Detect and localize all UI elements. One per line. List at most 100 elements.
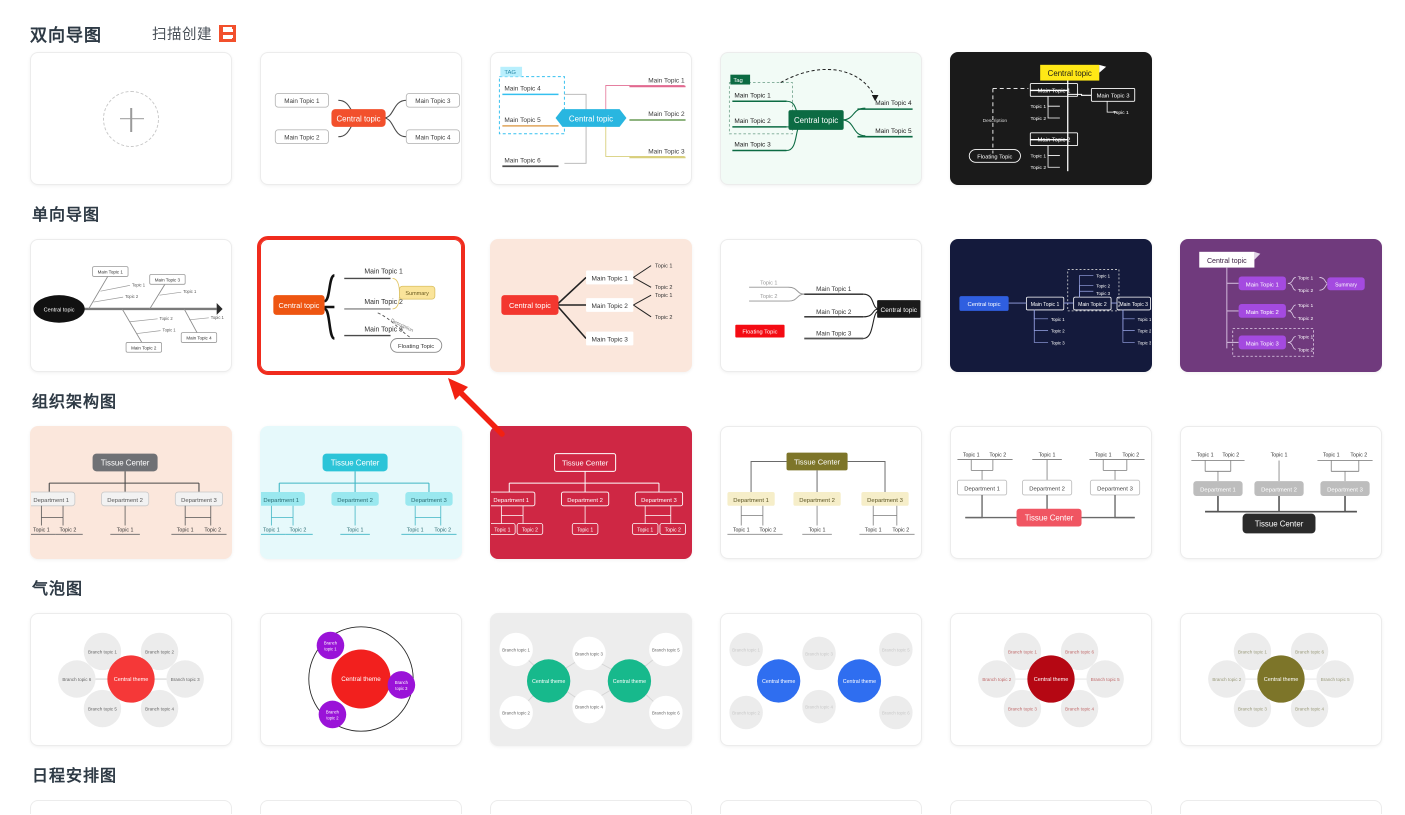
svg-text:Main Topic 2: Main Topic 2 xyxy=(1078,302,1107,308)
template-unidirectional-navy-blue[interactable]: Main Topic 1 Main Topic 2 Main Topic 3 C… xyxy=(950,239,1152,372)
svg-text:Branch topic 2: Branch topic 2 xyxy=(732,710,760,715)
new-map-tile[interactable] xyxy=(30,52,232,185)
svg-text:Topic 2: Topic 2 xyxy=(434,527,451,533)
svg-text:Main Topic 3: Main Topic 3 xyxy=(734,142,771,149)
svg-text:Branch topic 6: Branch topic 6 xyxy=(1065,649,1094,654)
svg-text:Branch topic 4: Branch topic 4 xyxy=(145,707,174,712)
svg-text:Department 2: Department 2 xyxy=(1261,488,1297,494)
section-schedule: 日程安排图 xyxy=(30,762,1382,814)
template-org-bottom-black[interactable]: Topic 1 Topic 2 Topic 1 Topic 1 Topic 2 … xyxy=(1180,426,1382,559)
template-schedule-6[interactable] xyxy=(1180,800,1382,814)
svg-text:Central theme: Central theme xyxy=(843,679,876,685)
template-org-olive-cream[interactable]: Tissue Center Department 1 Department 2 … xyxy=(720,426,922,559)
template-schedule-5[interactable] xyxy=(950,800,1152,814)
svg-text:Topic 1: Topic 1 xyxy=(33,527,50,533)
svg-text:Topic 1: Topic 1 xyxy=(637,527,653,533)
template-org-bottom-red[interactable]: Topic 1 Topic 2 Topic 1 Topic 1 Topic 2 xyxy=(950,426,1152,559)
template-unidirectional-rtl-black[interactable]: Topic 1 Topic 2 Main Topic 1 Main Topic … xyxy=(720,239,922,372)
svg-text:Topic 1: Topic 1 xyxy=(347,527,364,533)
svg-text:Department 1: Department 1 xyxy=(1200,488,1236,494)
template-schedule-3[interactable] xyxy=(490,800,692,814)
svg-text:Topic 2: Topic 2 xyxy=(60,527,77,533)
svg-text:Topic 2: Topic 2 xyxy=(1031,165,1047,171)
svg-text:Branch topic 3: Branch topic 3 xyxy=(575,651,603,656)
svg-text:Branch topic 2: Branch topic 2 xyxy=(145,649,174,654)
section-title-unidirectional: 单向导图 xyxy=(32,207,101,224)
svg-text:Main Topic 5: Main Topic 5 xyxy=(504,117,541,124)
template-fishbone-gray[interactable]: Central topic Main Topic 1 Topic 1 Topic… xyxy=(30,239,232,372)
svg-text:Topic 1: Topic 1 xyxy=(1138,317,1151,322)
svg-text:Main Topic 3: Main Topic 3 xyxy=(1097,93,1131,99)
svg-text:Main Topic 3: Main Topic 3 xyxy=(415,98,451,105)
svg-text:Topic 1: Topic 1 xyxy=(1298,303,1314,309)
svg-text:Central topic: Central topic xyxy=(279,301,320,310)
svg-text:Topic 1: Topic 1 xyxy=(1298,334,1314,340)
svg-text:Topic 2: Topic 2 xyxy=(1222,453,1239,459)
template-schedule-4[interactable] xyxy=(720,800,922,814)
svg-text:Tissue Center: Tissue Center xyxy=(331,458,380,467)
template-bubble-blue-dual[interactable]: Branch topic 1 Branch topic 2 Branch top… xyxy=(720,613,922,746)
svg-text:Branch topic 1: Branch topic 1 xyxy=(1238,649,1267,654)
svg-text:Topic 1: Topic 1 xyxy=(655,264,672,270)
svg-text:Topic 2: Topic 2 xyxy=(125,294,139,299)
svg-text:Branch topic 6: Branch topic 6 xyxy=(1295,649,1324,654)
svg-text:Branch topic 3: Branch topic 3 xyxy=(1008,707,1037,712)
template-bubble-olive-six[interactable]: Branch topic 1 Branch topic 6 Branch top… xyxy=(1180,613,1382,746)
svg-text:Tissue Center: Tissue Center xyxy=(101,458,150,467)
svg-text:Topic 2: Topic 2 xyxy=(522,527,538,533)
svg-text:Main Topic 4: Main Topic 4 xyxy=(875,100,912,107)
template-unidirectional-purple[interactable]: Central topic Main Topic 1 Main Topic 2 … xyxy=(1180,239,1382,372)
scan-create-button[interactable]: 扫描创建 xyxy=(152,23,236,44)
svg-text:Tissue Center: Tissue Center xyxy=(794,457,841,466)
template-org-crimson[interactable]: Tissue Center Department 1 Department 2 … xyxy=(490,426,692,559)
svg-text:Description: Description xyxy=(983,118,1008,124)
svg-text:Main Topic 6: Main Topic 6 xyxy=(504,157,541,164)
svg-text:Branch: Branch xyxy=(324,641,338,646)
section-org-chart: 组织架构图 Tissue Center Department 1 Departm… xyxy=(30,388,1382,559)
svg-text:Main Topic 4: Main Topic 4 xyxy=(415,135,451,142)
svg-text:Main Topic 3: Main Topic 3 xyxy=(1246,341,1280,347)
section-bidirectional: Main Topic 1 Main Topic 2 Main Topic 3 M… xyxy=(30,52,1375,185)
svg-text:Main Topic 1: Main Topic 1 xyxy=(364,268,403,275)
svg-text:Department 3: Department 3 xyxy=(641,498,677,504)
template-org-peach-gray[interactable]: Tissue Center Department 1 Department 2 … xyxy=(30,426,232,559)
svg-text:Topic 1: Topic 1 xyxy=(809,527,826,533)
svg-text:Topic 1: Topic 1 xyxy=(733,527,750,533)
svg-text:Topic 3: Topic 3 xyxy=(1138,340,1151,345)
svg-text:TAG: TAG xyxy=(504,70,516,76)
svg-text:Topic 1: Topic 1 xyxy=(1323,453,1340,459)
svg-text:Topic 1: Topic 1 xyxy=(177,527,194,533)
svg-text:Main Topic 1: Main Topic 1 xyxy=(284,98,320,105)
template-unidirectional-peach-red[interactable]: Central topic Main Topic 1 Main Topic 2 … xyxy=(490,239,692,372)
svg-text:Central topic: Central topic xyxy=(44,307,75,313)
template-bubble-red-six[interactable]: Branch topic 1 Branch topic 2 Branch top… xyxy=(30,613,232,746)
svg-text:Topic 1: Topic 1 xyxy=(263,527,280,533)
svg-text:Topic 2: Topic 2 xyxy=(1298,347,1314,353)
svg-text:Topic 1: Topic 1 xyxy=(1031,153,1047,159)
svg-text:Topic 1: Topic 1 xyxy=(760,280,777,286)
template-bubble-purple-circle[interactable]: Central theme Branch topic 1 Branch topi… xyxy=(260,613,462,746)
template-bubble-teal-dual[interactable]: Branch topic 1 Branch topic 2 Branch top… xyxy=(490,613,692,746)
svg-text:Department 2: Department 2 xyxy=(567,498,603,504)
template-bubble-darkred-six[interactable]: Branch topic 1 Branch topic 6 Branch top… xyxy=(950,613,1152,746)
svg-text:Topic 2: Topic 2 xyxy=(1122,453,1139,459)
svg-text:Branch topic 3: Branch topic 3 xyxy=(805,651,833,656)
template-bidirectional-green-tag[interactable]: Tag Main Topic 1 Main Topic 2 Main Topic… xyxy=(720,52,922,185)
template-bidirectional-cyan-tag[interactable]: TAG Main Topic 4 Main Topic 5 Main Topic… xyxy=(490,52,692,185)
template-schedule-1[interactable] xyxy=(30,800,232,814)
template-unidirectional-orange-selected[interactable]: Central topic Main Topic 1 Main Topic 2 … xyxy=(257,236,465,375)
svg-text:Topic 1: Topic 1 xyxy=(117,527,134,533)
svg-text:Topic 2: Topic 2 xyxy=(1298,316,1314,322)
svg-text:Floating Topic: Floating Topic xyxy=(398,344,434,350)
svg-text:Main Topic 3: Main Topic 3 xyxy=(155,277,181,282)
section-bubble-chart: 气泡图 Branch topic 1 Branch topic 2 Branch… xyxy=(30,575,1382,746)
template-bidirectional-classic[interactable]: Main Topic 1 Main Topic 2 Main Topic 3 M… xyxy=(260,52,462,185)
svg-text:Main Topic 2: Main Topic 2 xyxy=(734,118,771,125)
template-schedule-2[interactable] xyxy=(260,800,462,814)
svg-text:Topic 2: Topic 2 xyxy=(760,294,777,300)
svg-text:Summary: Summary xyxy=(405,291,429,297)
svg-text:Topic 1: Topic 1 xyxy=(963,453,980,459)
template-org-cyan[interactable]: Tissue Center Department 1 Department 2 … xyxy=(260,426,462,559)
svg-text:Topic 2: Topic 2 xyxy=(160,316,174,321)
template-bidirectional-dark-yellow[interactable]: Floating Topic Description Main Topic 1 … xyxy=(950,52,1152,185)
